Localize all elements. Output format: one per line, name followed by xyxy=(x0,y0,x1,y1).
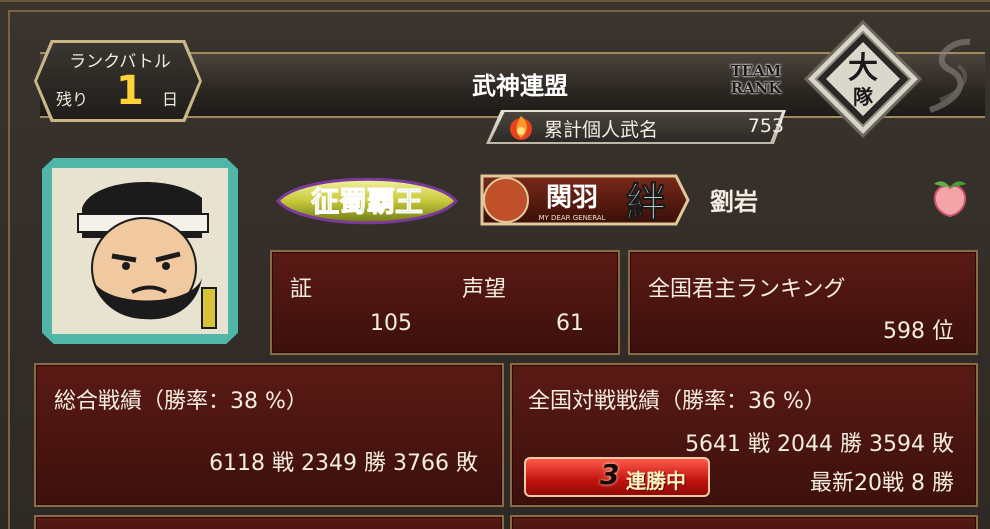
national-ranking-label: 全国君主ランキング xyxy=(648,277,846,302)
title-badge-conqueror[interactable]: 征蜀覇王 xyxy=(272,170,462,232)
remaining-label: 残り xyxy=(56,90,89,109)
player-name: 劉岩 xyxy=(710,188,758,216)
alliance-name[interactable]: 武神連盟 xyxy=(380,66,660,101)
team-rank-emblem-big: 大 xyxy=(848,51,878,86)
team-rank-label-line1: TEAM xyxy=(730,62,782,80)
proof-value: 105 xyxy=(370,311,412,336)
avatar-portrait-icon xyxy=(52,168,228,334)
merit-label: 累計個人武名 xyxy=(544,119,659,141)
latest-record-line: 最新20戦 8 勝 xyxy=(810,471,954,496)
fame-value: 61 xyxy=(556,311,584,336)
title-1-text: 征蜀覇王 xyxy=(311,185,423,218)
title-2-name: 関羽 xyxy=(546,183,598,213)
national-record-title: 全国対戦戦績（勝率：36 %） xyxy=(528,389,826,414)
title-badge-bond[interactable]: 関羽 MY DEAR GENERAL 絆 xyxy=(476,162,694,238)
merit-value: 753 xyxy=(747,115,784,137)
win-streak-label: 連勝中 xyxy=(626,469,686,493)
team-rank-emblem-icon[interactable]: 大 隊 xyxy=(804,20,922,138)
team-rank-label-line2: RANK xyxy=(730,79,782,97)
title-2-kanji: 絆 xyxy=(626,179,666,226)
team-rank-label: TEAM RANK xyxy=(716,63,796,97)
national-ranking-value: 598 位 xyxy=(883,319,954,344)
proof-fame-box xyxy=(270,250,620,355)
bottom-box-left xyxy=(34,515,504,529)
fame-label: 声望 xyxy=(462,277,507,302)
peach-icon[interactable] xyxy=(928,176,972,218)
remaining-days-value: 1 xyxy=(116,68,144,114)
bottom-box-right xyxy=(510,515,978,529)
team-rank-emblem-small: 隊 xyxy=(853,85,874,109)
proof-label: 証 xyxy=(290,277,313,302)
overall-record-title: 総合戦績（勝率：38 %） xyxy=(54,389,308,414)
overall-record-line: 6118 戦 2349 勝 3766 敗 xyxy=(209,451,478,476)
avatar[interactable] xyxy=(52,168,228,334)
win-streak-number: 3 xyxy=(600,458,620,491)
merit-flame-icon xyxy=(510,116,532,140)
national-record-line: 5641 戦 2044 勝 3594 敗 xyxy=(685,432,954,457)
smoke-decoration-icon xyxy=(928,38,971,113)
remaining-unit: 日 xyxy=(162,90,179,109)
title-2-sub: MY DEAR GENERAL xyxy=(538,214,605,222)
